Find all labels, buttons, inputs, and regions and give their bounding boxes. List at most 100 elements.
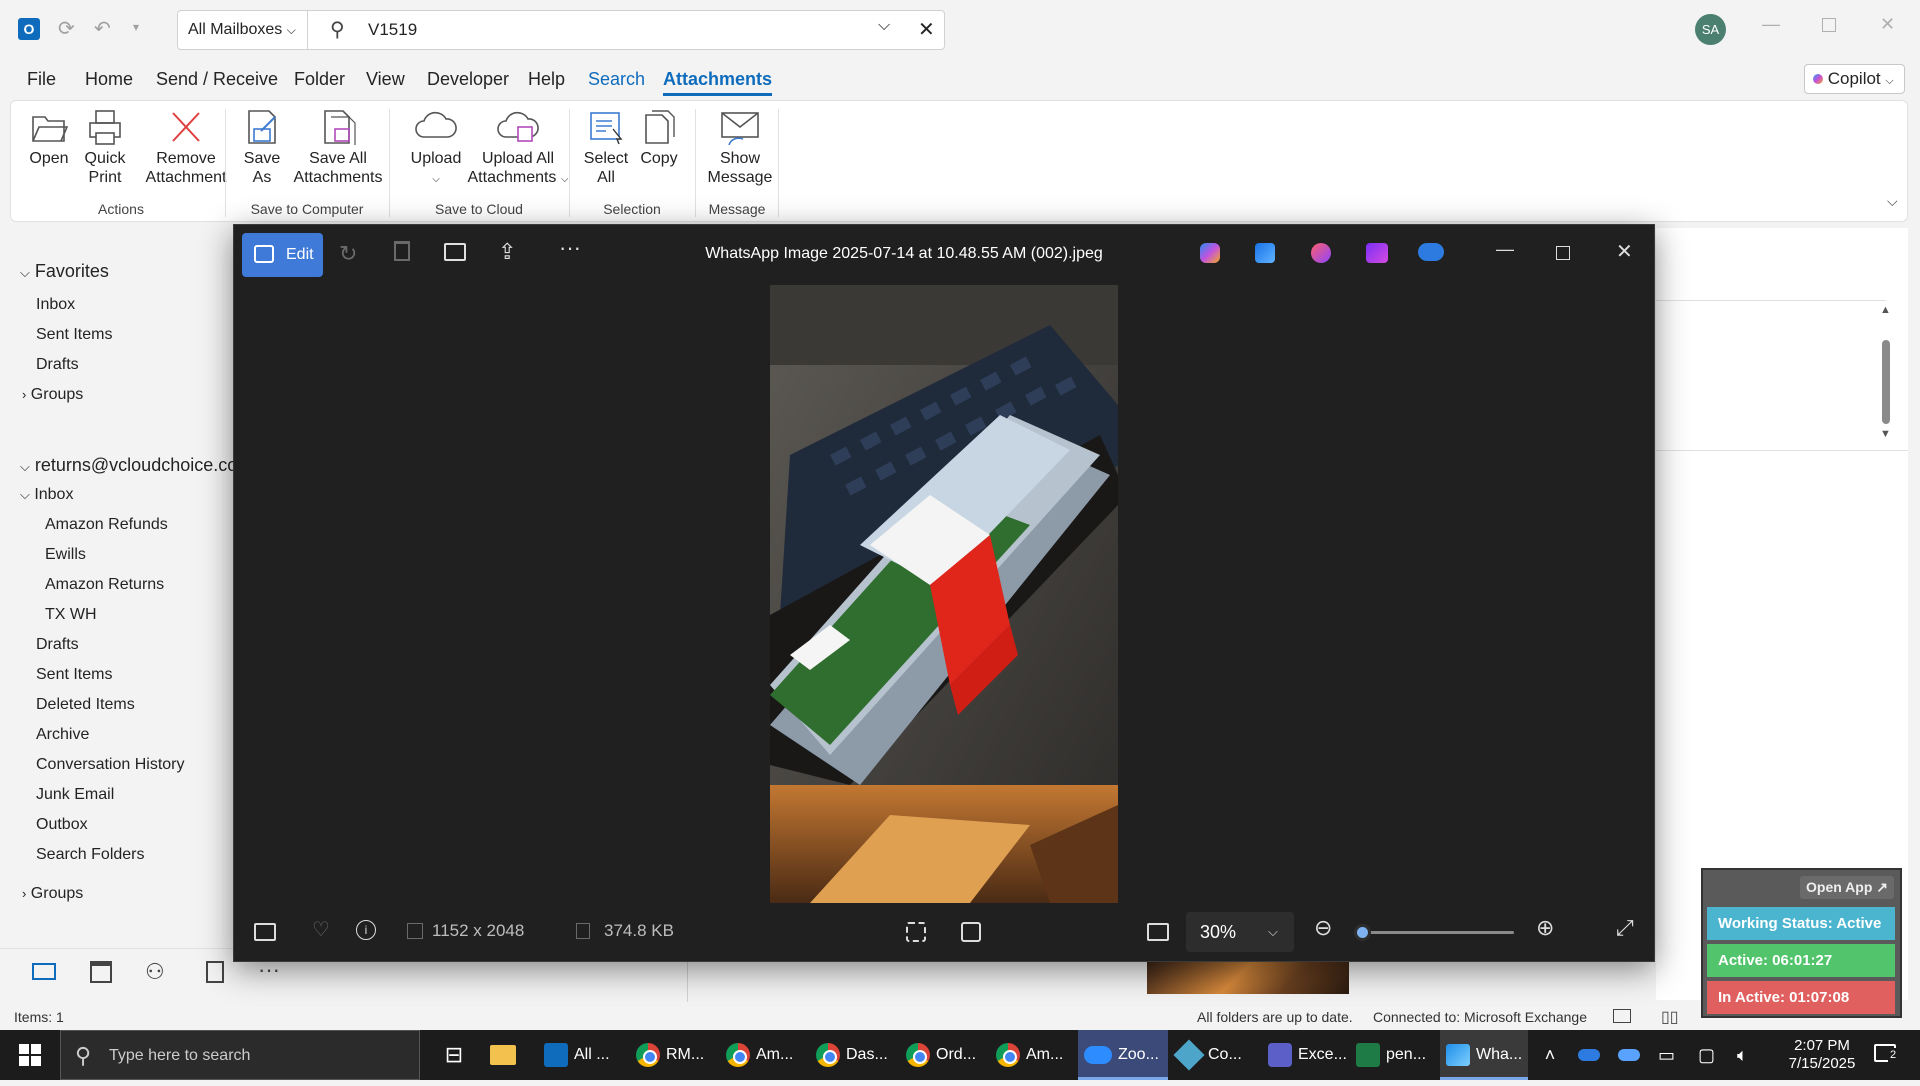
zoom-out-icon[interactable]: ⊖ — [1314, 915, 1332, 941]
onedrive-business-icon[interactable] — [1618, 1030, 1646, 1080]
scroll-up-icon[interactable]: ▲ — [1880, 304, 1891, 316]
more-options-icon[interactable]: ··· — [559, 235, 581, 261]
taskbar-app-code[interactable]: Co... — [1172, 1030, 1258, 1080]
taskbar-app-teams[interactable]: Exce... — [1262, 1030, 1348, 1080]
file-info-icon[interactable]: i — [356, 920, 376, 940]
menu-help[interactable]: Help — [528, 69, 565, 90]
window-minimize-icon[interactable]: — — [1496, 239, 1514, 260]
minimize-icon[interactable]: — — [1762, 14, 1780, 35]
upload-all-attachments-button[interactable]: Upload All Attachments ⌵ — [463, 109, 573, 189]
zoom-slider-thumb[interactable] — [1354, 924, 1371, 941]
restore-icon[interactable] — [1822, 18, 1836, 32]
copilot-app-icon[interactable] — [1200, 243, 1220, 263]
search-scope-dropdown[interactable]: All Mailboxes ⌵ — [178, 11, 308, 49]
normal-view-icon[interactable] — [1613, 1009, 1631, 1023]
visual-search-icon[interactable] — [906, 922, 926, 942]
taskbar-app-chrome-3[interactable]: Das... — [812, 1030, 894, 1080]
taskbar-app-excel[interactable]: pen... — [1352, 1030, 1436, 1080]
menu-folder[interactable]: Folder — [294, 69, 345, 90]
taskbar-app-outlook[interactable]: All ... — [538, 1030, 624, 1080]
folder-deleted[interactable]: Deleted Items — [36, 696, 135, 714]
taskbar-search[interactable]: ⚲ Type here to search — [60, 1030, 420, 1080]
quick-print-button[interactable]: Quick Print — [81, 109, 129, 187]
rotate-icon[interactable]: ↻ — [339, 241, 357, 267]
upload-button[interactable]: Upload ⌵ — [401, 109, 471, 189]
copy-button[interactable]: Copy — [637, 109, 681, 168]
window-close-icon[interactable]: ✕ — [1616, 239, 1633, 264]
favorites-header[interactable]: ⌵ Favorites — [20, 261, 109, 282]
menu-file[interactable]: File — [27, 69, 56, 90]
create-app-icon[interactable] — [1311, 243, 1331, 263]
collapse-ribbon-icon[interactable]: ⌵ — [1887, 193, 1898, 210]
notifications-button[interactable]: 2 — [1864, 1030, 1910, 1080]
print-icon[interactable] — [444, 243, 466, 261]
folder-inbox[interactable]: ⌵ Inbox — [20, 486, 73, 504]
folder-fav-inbox[interactable]: Inbox — [36, 296, 75, 314]
folder-junk[interactable]: Junk Email — [36, 786, 114, 804]
clipchamp-icon[interactable] — [1366, 243, 1388, 263]
menu-attachments[interactable]: Attachments — [663, 69, 773, 96]
taskbar-app-zoom[interactable]: Zoo... — [1078, 1030, 1168, 1080]
tasks-icon[interactable] — [206, 961, 224, 983]
show-message-button[interactable]: Show Message — [705, 109, 775, 187]
edit-button[interactable]: Edit — [242, 233, 323, 277]
menu-send-receive[interactable]: Send / Receive — [156, 69, 278, 90]
folder-fav-drafts[interactable]: Drafts — [36, 356, 79, 374]
designer-app-icon[interactable] — [1255, 243, 1275, 263]
photo-image[interactable] — [770, 285, 1118, 903]
folder-outbox[interactable]: Outbox — [36, 816, 88, 834]
zoom-slider[interactable] — [1354, 924, 1514, 941]
favorite-heart-icon[interactable]: ♡ — [312, 917, 330, 942]
delete-icon[interactable] — [394, 241, 410, 261]
sync-icon[interactable]: ⟳ — [58, 16, 75, 41]
actual-size-icon[interactable] — [1147, 923, 1169, 941]
onedrive-icon[interactable] — [1578, 1030, 1606, 1080]
folder-sent[interactable]: Sent Items — [36, 666, 112, 684]
menu-view[interactable]: View — [366, 69, 405, 90]
clear-search-icon[interactable]: ✕ — [918, 17, 935, 42]
folder-fav-sent[interactable]: Sent Items — [36, 326, 112, 344]
menu-developer[interactable]: Developer — [427, 69, 509, 90]
folder-drafts[interactable]: Drafts — [36, 636, 79, 654]
scroll-down-icon[interactable]: ▼ — [1880, 428, 1891, 440]
search-box[interactable]: All Mailboxes ⌵ ⚲ V1519 ⌵ ✕ — [177, 10, 945, 50]
copilot-button[interactable]: Copilot ⌵ — [1804, 64, 1905, 94]
taskbar-app-chrome-5[interactable]: Am... — [992, 1030, 1074, 1080]
close-icon[interactable]: ✕ — [1880, 14, 1895, 35]
window-maximize-icon[interactable] — [1556, 246, 1570, 260]
fullscreen-icon[interactable]: ⤢ — [1616, 915, 1634, 941]
battery-icon[interactable]: ▭ — [1658, 1030, 1684, 1080]
scrollbar-thumb[interactable] — [1882, 340, 1890, 424]
clock[interactable]: 2:07 PM 7/15/2025 — [1772, 1030, 1872, 1080]
folder-amazon-refunds[interactable]: Amazon Refunds — [45, 516, 168, 534]
start-button[interactable] — [0, 1030, 60, 1080]
taskbar-app-chrome-2[interactable]: Am... — [722, 1030, 804, 1080]
mail-icon[interactable] — [32, 963, 56, 980]
zoom-dropdown[interactable]: 30% ⌵ — [1186, 912, 1294, 952]
taskbar-app-chrome-1[interactable]: RM... — [632, 1030, 714, 1080]
task-view-icon[interactable]: ⊟ — [436, 1030, 472, 1080]
onedrive-off-icon[interactable] — [1418, 243, 1444, 261]
network-icon[interactable]: ▢ — [1698, 1030, 1724, 1080]
folder-amazon-returns[interactable]: Amazon Returns — [45, 576, 164, 594]
folder-search-folders[interactable]: Search Folders — [36, 846, 145, 864]
share-icon[interactable]: ⇪ — [498, 239, 516, 265]
folder-ewills[interactable]: Ewills — [45, 546, 86, 564]
show-hidden-icons[interactable]: ˄ — [1538, 1030, 1562, 1080]
taskbar-app-chrome-4[interactable]: Ord... — [902, 1030, 984, 1080]
account-groups[interactable]: › Groups — [22, 885, 83, 903]
file-explorer-icon[interactable] — [490, 1030, 526, 1080]
customize-qat-icon[interactable]: ▾ — [133, 20, 139, 34]
save-all-attachments-button[interactable]: Save All Attachments — [293, 109, 383, 187]
calendar-icon[interactable] — [90, 961, 112, 983]
folder-conversation-history[interactable]: Conversation History — [36, 756, 185, 774]
taskbar-app-photos[interactable]: Wha... — [1440, 1030, 1528, 1080]
reading-view-icon[interactable]: ▯▯ — [1661, 1007, 1679, 1027]
menu-search[interactable]: Search — [588, 69, 645, 90]
attachment-thumbnail[interactable] — [1147, 962, 1349, 994]
search-input[interactable]: V1519 — [368, 11, 417, 49]
menu-home[interactable]: Home — [85, 69, 133, 90]
search-options-icon[interactable]: ⌵ — [878, 17, 890, 35]
select-all-button[interactable]: Select All — [581, 109, 631, 187]
undo-icon[interactable]: ↶ — [94, 16, 111, 41]
